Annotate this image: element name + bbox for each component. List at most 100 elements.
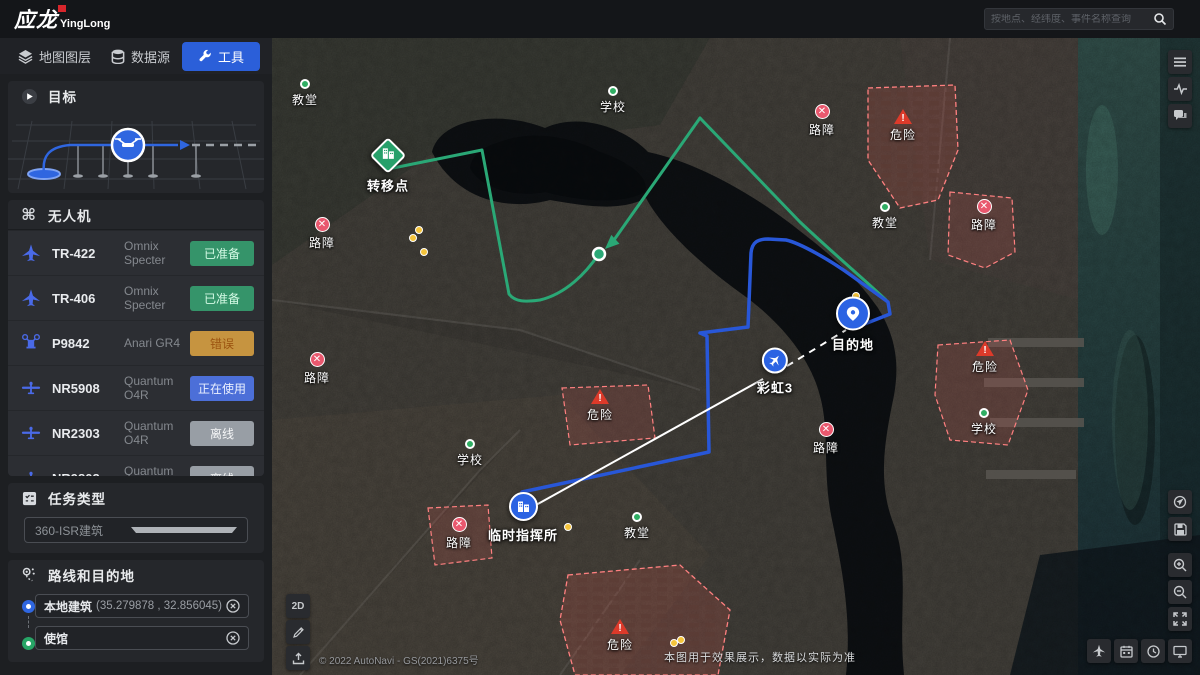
zoom-out-button[interactable]	[1168, 580, 1192, 604]
drone-model: Omnix Specter	[124, 284, 190, 312]
drone-row[interactable]: NR9802Quantum O4R离线	[8, 456, 264, 476]
tab-label: 工具	[218, 47, 244, 66]
fullscreen-button[interactable]	[1168, 607, 1192, 631]
transfer-point-icon	[370, 137, 407, 174]
map-rail-bottom-right	[1168, 490, 1192, 631]
drone-row[interactable]: TR-406Omnix Specter已准备	[8, 276, 264, 320]
drone-model: Omnix Specter	[124, 239, 190, 267]
command-marker-icon	[508, 492, 537, 521]
search-box	[984, 8, 1174, 30]
drone-status-badge[interactable]: 已准备	[190, 241, 254, 266]
marker-destination[interactable]: 目的地	[832, 297, 874, 354]
tab-tools[interactable]: 工具	[182, 42, 260, 71]
sidebar-tabs: 地图图层 数据源 工具	[0, 38, 272, 74]
drone-row[interactable]: NR2303Quantum O4R离线	[8, 411, 264, 455]
search-icon[interactable]	[1153, 12, 1167, 26]
yellow-dot-marker	[564, 523, 572, 531]
wrench-icon	[198, 49, 212, 63]
save-button[interactable]	[1168, 517, 1192, 541]
map-row-bottom-right	[1087, 639, 1192, 663]
glider-drone-icon	[18, 468, 44, 476]
sidebar: 地图图层 数据源 工具	[0, 38, 272, 675]
drones-panel-header: ⌘ 无人机	[8, 200, 264, 230]
view-2d-button[interactable]: 2D	[286, 594, 310, 618]
drone-model: Quantum O4R	[124, 464, 190, 476]
marker-label: 目的地	[832, 335, 874, 354]
mission-type-panel: 任务类型 360-ISR建筑	[8, 483, 264, 553]
drones-panel: ⌘ 无人机 TR-422Omnix Specter已准备TR-406Omnix …	[8, 200, 264, 476]
drone-model: Quantum O4R	[124, 419, 190, 447]
app-root: 应龙 YingLong 地图图层	[0, 0, 1200, 675]
brand-logo: 应龙 YingLong	[14, 4, 110, 34]
tab-label: 地图图层	[39, 47, 91, 66]
tab-label: 数据源	[131, 47, 170, 66]
pulse-button[interactable]	[1168, 77, 1192, 101]
drone-list: TR-422Omnix Specter已准备TR-406Omnix Specte…	[8, 231, 264, 476]
drone-id: NR9802	[52, 471, 124, 477]
origin-pin-icon	[22, 600, 35, 613]
drone-row[interactable]: TR-422Omnix Specter已准备	[8, 231, 264, 275]
marker-label: 转移点	[367, 176, 409, 195]
clear-origin-icon[interactable]	[226, 599, 240, 613]
drone-row[interactable]: P9842Anari GR4错误	[8, 321, 264, 365]
upload-button[interactable]	[286, 646, 310, 670]
chevron-down-icon	[131, 527, 237, 533]
glider-drone-icon	[18, 423, 44, 443]
locate-button[interactable]	[1168, 490, 1192, 514]
drone-id: TR-422	[52, 246, 124, 261]
yellow-dot-marker	[677, 636, 685, 644]
clock-button[interactable]	[1141, 639, 1165, 663]
map-copyright: © 2022 AutoNavi - GS(2021)6375号	[319, 652, 479, 667]
clear-destination-icon[interactable]	[226, 631, 240, 645]
destination-value: 使馆	[44, 630, 68, 647]
zoom-in-button[interactable]	[1168, 553, 1192, 577]
origin-value: 本地建筑	[44, 598, 92, 615]
glider-drone-icon	[18, 378, 44, 398]
destination-field[interactable]: 使馆	[35, 626, 249, 650]
map-area[interactable]: 教堂学校✕路障!危险教堂✕路障✕路障✕路障!危险!危险学校✕路障学校教堂✕路障!…	[272, 38, 1200, 675]
calendar-button[interactable]	[1114, 639, 1138, 663]
drone-status-badge[interactable]: 离线	[190, 421, 254, 446]
route-pins	[22, 594, 35, 650]
drone-id: NR2303	[52, 426, 124, 441]
drone-row[interactable]: NR5908Quantum O4R正在使用	[8, 366, 264, 410]
marker-label: 临时指挥所	[488, 525, 558, 544]
target-title: 目标	[48, 86, 77, 106]
drone-model: Quantum O4R	[124, 374, 190, 402]
drone-id: P9842	[52, 336, 124, 351]
marker-uav[interactable]: 彩虹3	[757, 348, 793, 397]
mission-type-value: 360-ISR建筑	[35, 522, 131, 539]
menu-button[interactable]	[1168, 50, 1192, 74]
drone-status-badge[interactable]: 错误	[190, 331, 254, 356]
tab-data-source[interactable]: 数据源	[103, 42, 178, 71]
marker-transfer[interactable]: 转移点	[367, 140, 409, 195]
destination-pin-icon	[22, 637, 35, 650]
chat-button[interactable]	[1168, 104, 1192, 128]
monitor-button[interactable]	[1168, 639, 1192, 663]
origin-field[interactable]: 本地建筑 (35.279878 , 32.856045)	[35, 594, 249, 618]
drone-status-badge[interactable]: 正在使用	[190, 376, 254, 401]
yellow-dot-marker	[420, 248, 428, 256]
drones-title: 无人机	[48, 205, 92, 225]
database-icon	[111, 49, 125, 64]
map-disclaimer: 本图用于效果展示，数据以实际为准	[664, 649, 856, 665]
mission-panel-header: 任务类型	[8, 483, 264, 513]
destination-marker-icon	[836, 297, 870, 331]
marker-label: 彩虹3	[757, 378, 793, 397]
drone-id: TR-406	[52, 291, 124, 306]
search-input[interactable]	[991, 14, 1153, 25]
drone-command-icon: ⌘	[20, 206, 38, 224]
topbar: 应龙 YingLong	[0, 0, 1200, 38]
mission-type-select[interactable]: 360-ISR建筑	[24, 517, 248, 543]
edit-button[interactable]	[286, 620, 310, 644]
marker-command[interactable]: 临时指挥所	[488, 492, 558, 544]
route-panel: 路线和目的地 本地建筑 (35.279878 , 32.856045)	[8, 560, 264, 662]
yellow-dot-marker	[415, 226, 423, 234]
logo-accent-mark	[58, 5, 66, 12]
tab-map-layers[interactable]: 地图图层	[10, 42, 99, 71]
target-3d-visualization	[8, 111, 264, 191]
plane-button[interactable]	[1087, 639, 1111, 663]
drone-status-badge[interactable]: 已准备	[190, 286, 254, 311]
route-panel-header: 路线和目的地	[8, 560, 264, 590]
drone-status-badge[interactable]: 离线	[190, 466, 254, 477]
